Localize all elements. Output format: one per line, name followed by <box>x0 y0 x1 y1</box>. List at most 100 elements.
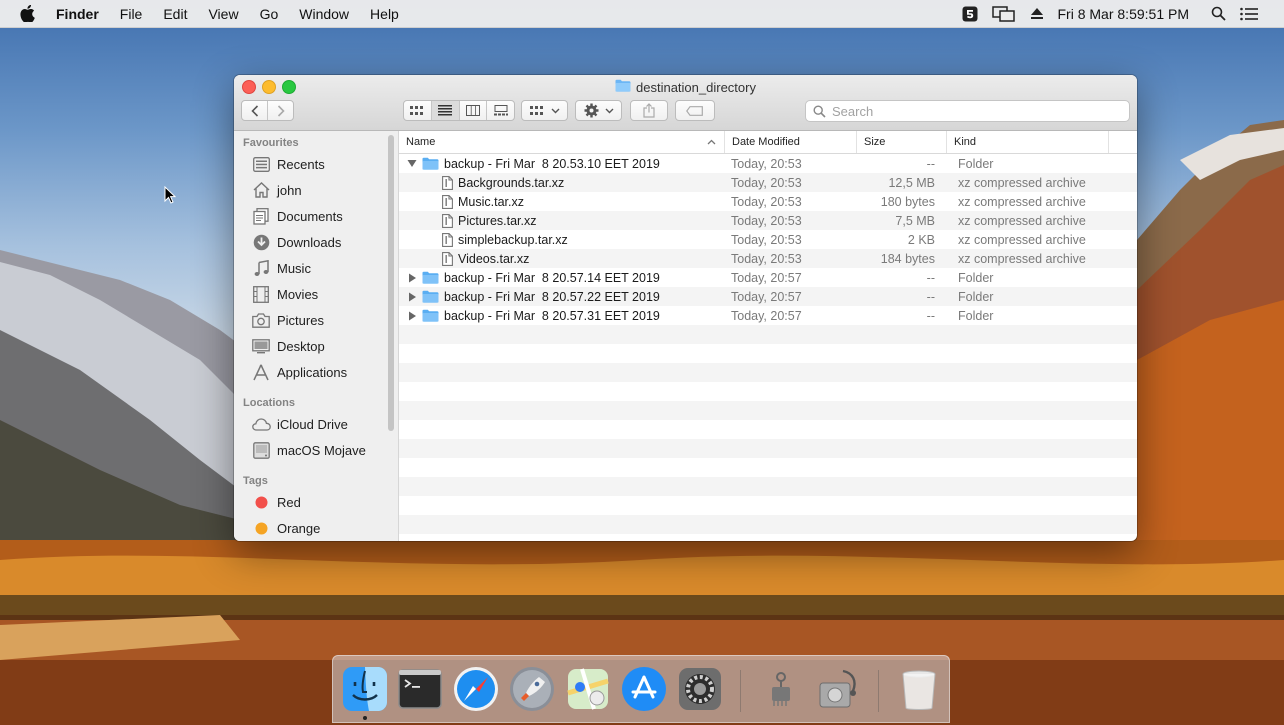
disclosure-collapsed-icon[interactable] <box>406 272 418 284</box>
sidebar-item-macos-mojave[interactable]: macOS Mojave <box>234 437 398 463</box>
menu-edit[interactable]: Edit <box>163 6 187 22</box>
file-name: simplebackup.tar.xz <box>458 232 568 247</box>
list-view-button[interactable] <box>431 101 460 120</box>
app-store-icon[interactable] <box>620 665 668 713</box>
folder-row[interactable]: backup - Fri Mar 8 20.57.31 EET 2019 Toda… <box>399 306 1137 325</box>
folder-row[interactable]: backup - Fri Mar 8 20.57.22 EET 2019 Toda… <box>399 287 1137 306</box>
finder-icon[interactable] <box>341 665 389 713</box>
pictures-icon <box>251 311 271 329</box>
folder-icon <box>422 309 439 322</box>
menu-help[interactable]: Help <box>370 6 399 22</box>
sidebar-item-desktop[interactable]: Desktop <box>234 333 398 359</box>
column-kind[interactable]: Kind <box>947 131 1109 153</box>
folder-row[interactable]: backup - Fri Mar 8 20.53.10 EET 2019 Toda… <box>399 154 1137 173</box>
file-size: -- <box>926 289 935 304</box>
empty-row <box>399 515 1137 534</box>
list-icon[interactable] <box>1240 7 1258 21</box>
mouse-cursor-icon <box>164 185 177 207</box>
apple-icon[interactable] <box>20 5 38 22</box>
document-icon <box>442 232 453 247</box>
disclosure-expanded-icon[interactable] <box>406 158 418 170</box>
icon-view-button[interactable] <box>404 101 432 120</box>
sidebar-item-documents[interactable]: Documents <box>234 203 398 229</box>
disk-utility-icon[interactable] <box>813 665 861 713</box>
cell-name: Videos.tar.xz <box>399 252 725 266</box>
system-preferences-icon[interactable] <box>676 665 724 713</box>
file-row[interactable]: Pictures.tar.xz Today, 20:53 7,5 MB xz comp… <box>399 211 1137 230</box>
file-size: -- <box>926 308 935 323</box>
display-mirroring-icon[interactable] <box>991 5 1016 22</box>
file-name: Videos.tar.xz <box>458 251 530 266</box>
music-icon <box>251 259 271 277</box>
column-size[interactable]: Size <box>857 131 947 153</box>
launchpad-icon[interactable] <box>508 665 556 713</box>
back-button[interactable] <box>242 101 268 120</box>
maps-icon[interactable] <box>564 665 612 713</box>
home-icon <box>251 181 271 199</box>
file-name: Music.tar.xz <box>458 194 524 209</box>
sidebar-header-tags: Tags <box>243 475 268 487</box>
disclosure-collapsed-icon[interactable] <box>406 310 418 322</box>
menu-go[interactable]: Go <box>260 6 279 22</box>
cell-name: backup - Fri Mar 8 20.57.22 EET 2019 <box>399 290 725 304</box>
search-icon[interactable] <box>1211 6 1226 21</box>
documents-icon <box>251 207 271 225</box>
running-indicator <box>363 716 367 720</box>
sidebar-item-icloud-drive[interactable]: iCloud Drive <box>234 411 398 437</box>
file-row[interactable]: Videos.tar.xz Today, 20:53 184 bytes xz com… <box>399 249 1137 268</box>
gallery-view-button[interactable] <box>487 101 514 120</box>
sidebar-item-music[interactable]: Music <box>234 255 398 281</box>
eject-icon[interactable] <box>1030 7 1044 21</box>
file-name: backup - Fri Mar 8 20.57.14 EET 2019 <box>444 270 660 285</box>
action-button[interactable] <box>575 100 622 121</box>
sidebar-item-john[interactable]: john <box>234 177 398 203</box>
chevron-down-icon <box>605 108 613 113</box>
column-name[interactable]: Name <box>399 131 725 153</box>
system-information-icon[interactable] <box>757 665 805 713</box>
forward-button[interactable] <box>268 101 293 120</box>
sidebar-header-locations: Locations <box>243 397 295 409</box>
search-field[interactable] <box>805 100 1130 122</box>
applications-icon <box>251 363 271 381</box>
title-bar[interactable]: destination_directory <box>234 75 1137 131</box>
sidebar-item-tag-red[interactable]: Red <box>234 489 398 515</box>
scratchpad-5-icon[interactable] <box>962 6 978 22</box>
empty-row <box>399 363 1137 382</box>
menu-file[interactable]: File <box>120 6 143 22</box>
sidebar-item-applications[interactable]: Applications <box>234 359 398 385</box>
file-kind: Folder <box>958 308 994 323</box>
terminal-icon[interactable] <box>396 665 444 713</box>
chevron-down-icon <box>551 108 559 113</box>
file-name: backup - Fri Mar 8 20.53.10 EET 2019 <box>444 156 660 171</box>
disclosure-collapsed-icon[interactable] <box>406 291 418 303</box>
group-icon <box>529 105 543 115</box>
group-by-button[interactable] <box>521 100 568 121</box>
file-row[interactable]: simplebackup.tar.xz Today, 20:53 2 KB xz co… <box>399 230 1137 249</box>
menu-view[interactable]: View <box>208 6 238 22</box>
cell-name: backup - Fri Mar 8 20.57.31 EET 2019 <box>399 309 725 323</box>
sidebar-scrollbar[interactable] <box>388 135 394 431</box>
file-row[interactable]: Backgrounds.tar.xz Today, 20:53 12,5 MB xz … <box>399 173 1137 192</box>
tag-button[interactable] <box>675 100 715 121</box>
column-date-modified[interactable]: Date Modified <box>725 131 857 153</box>
sidebar: Favourites Recents john Documents Downlo… <box>234 131 399 541</box>
menu-clock[interactable]: Fri 8 Mar 8:59:51 PM <box>1058 6 1190 22</box>
file-kind: xz compressed archive <box>958 232 1086 247</box>
safari-icon[interactable] <box>452 665 500 713</box>
share-button[interactable] <box>630 100 668 121</box>
folder-row[interactable]: backup - Fri Mar 8 20.57.14 EET 2019 Toda… <box>399 268 1137 287</box>
menu-window[interactable]: Window <box>299 6 349 22</box>
sidebar-item-downloads[interactable]: Downloads <box>234 229 398 255</box>
sidebar-item-recents[interactable]: Recents <box>234 151 398 177</box>
sidebar-item-pictures[interactable]: Pictures <box>234 307 398 333</box>
menu-finder[interactable]: Finder <box>56 6 99 22</box>
column-view-button[interactable] <box>460 101 488 120</box>
search-input[interactable] <box>830 102 1084 120</box>
file-size: -- <box>926 156 935 171</box>
sidebar-item-movies[interactable]: Movies <box>234 281 398 307</box>
empty-row <box>399 477 1137 496</box>
sidebar-item-tag-orange[interactable]: Orange <box>234 515 398 541</box>
file-row[interactable]: Music.tar.xz Today, 20:53 180 bytes xz comp… <box>399 192 1137 211</box>
nav-buttons <box>241 100 294 121</box>
trash-icon[interactable] <box>895 665 943 713</box>
